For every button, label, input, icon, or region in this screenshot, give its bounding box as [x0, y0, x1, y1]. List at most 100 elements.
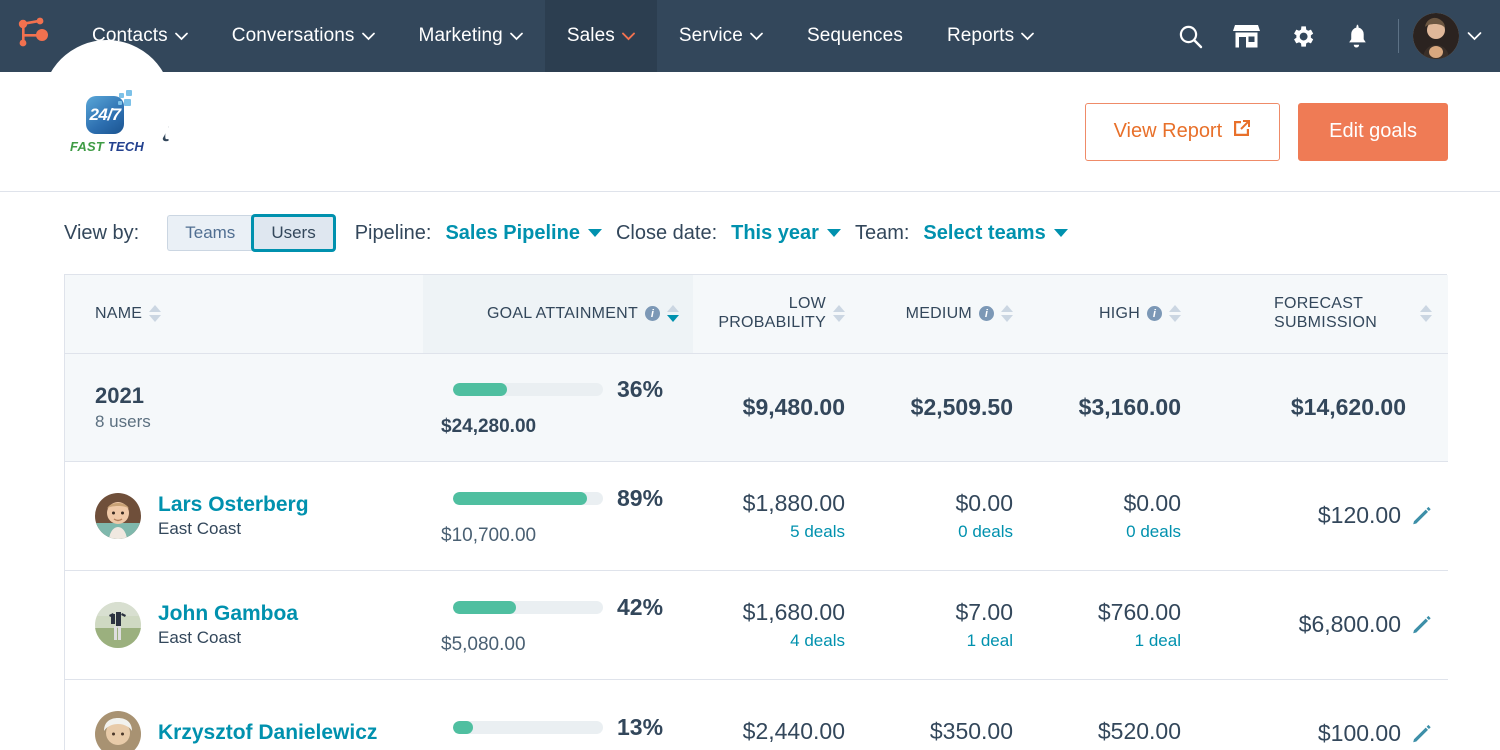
top-navigation-bar: Contacts Conversations Marketing Sales S… — [0, 0, 1500, 72]
search-icon[interactable] — [1164, 0, 1216, 72]
row-goal-percent: 42% — [617, 593, 664, 620]
avatar — [95, 492, 141, 539]
row-goal-amount: $10,700.00 — [441, 524, 537, 546]
goal-progress-bar — [453, 491, 603, 505]
toggle-teams[interactable]: Teams — [167, 215, 253, 251]
column-header-forecast-submission[interactable]: FORECAST SUBMISSION — [1197, 275, 1448, 354]
user-team: East Coast — [158, 628, 242, 648]
row-low-cell: $1,680.00 4 deals — [693, 570, 861, 680]
column-label-line1: FORECAST — [1274, 295, 1364, 313]
view-report-button[interactable]: View Report — [1084, 102, 1281, 161]
row-high-deals-link[interactable]: 1 deal — [1045, 631, 1181, 651]
column-header-name[interactable]: NAME — [65, 275, 423, 354]
marketplace-icon[interactable] — [1220, 0, 1272, 72]
goal-progress-bar — [453, 600, 603, 614]
chevron-down-icon — [510, 32, 523, 41]
row-high-cell: $760.00 1 deal — [1029, 570, 1197, 680]
summary-name-cell: 2021 8 users — [65, 353, 423, 462]
pipeline-dropdown[interactable]: Sales Pipeline — [445, 222, 602, 245]
sort-arrows-icon[interactable] — [833, 305, 845, 323]
edit-pencil-icon[interactable] — [1411, 505, 1432, 526]
nav-divider — [1398, 19, 1399, 53]
sort-arrows-icon[interactable] — [1420, 305, 1432, 323]
summary-goal-amount: $24,280.00 — [441, 416, 537, 437]
goal-progress-bar — [453, 720, 603, 734]
nav-item-contacts[interactable]: Contacts — [70, 0, 210, 72]
chevron-down-icon — [587, 229, 602, 237]
row-low-deals-link[interactable]: 4 deals — [709, 631, 845, 651]
user-name-link[interactable]: Lars Osterberg — [158, 492, 309, 517]
nav-item-label: Contacts — [92, 25, 168, 46]
column-label: HIGH — [1099, 304, 1140, 322]
settings-gear-icon[interactable] — [1276, 0, 1328, 72]
info-icon[interactable]: i — [979, 306, 994, 322]
goal-progress-fill — [453, 600, 516, 614]
row-low-deals-link[interactable]: 5 deals — [709, 522, 845, 542]
chevron-down-icon — [174, 32, 188, 41]
summary-low-cell: $9,480.00 — [693, 353, 861, 462]
toggle-users[interactable]: Users — [252, 215, 335, 251]
notifications-bell-icon[interactable] — [1332, 0, 1384, 72]
nav-item-label: Reports — [946, 25, 1015, 46]
edit-goals-button[interactable]: Edit goals — [1298, 102, 1448, 161]
row-high-cell: $0.00 0 deals — [1029, 461, 1197, 571]
summary-medium-cell: $2,509.50 — [861, 353, 1029, 462]
team-dropdown[interactable]: Select teams — [923, 221, 1068, 245]
column-label-line1: LOW — [788, 295, 826, 313]
pixel-dots-icon — [112, 90, 132, 110]
info-icon[interactable]: i — [1147, 306, 1162, 322]
column-label: GOAL ATTAINMENT — [486, 304, 638, 322]
nav-item-sequences[interactable]: Sequences — [785, 0, 925, 72]
hubspot-sprocket-logo-icon[interactable] — [14, 15, 56, 57]
column-header-low-probability[interactable]: LOW PROBABILITY — [693, 275, 861, 354]
account-chevron-down-icon[interactable] — [1467, 31, 1492, 41]
avatar[interactable] — [1413, 13, 1459, 59]
row-low-amount: $1,880.00 — [742, 489, 845, 516]
row-high-amount: $760.00 — [1097, 598, 1181, 625]
row-medium-deals-link[interactable]: 0 deals — [877, 522, 1013, 542]
row-goal-cell: 13% — [423, 679, 693, 750]
row-low-cell: $1,880.00 5 deals — [693, 461, 861, 571]
table-body: 2021 8 users 36% $24,280.00 $9,480.00 $2… — [65, 353, 1448, 750]
nav-item-reports[interactable]: Reports — [925, 0, 1056, 72]
user-name-link[interactable]: John Gamboa — [158, 601, 298, 626]
table-row-summary: 2021 8 users 36% $24,280.00 $9,480.00 $2… — [65, 353, 1448, 462]
close-date-dropdown[interactable]: This year — [731, 222, 841, 245]
row-goal-percent: 89% — [617, 484, 664, 511]
sort-arrows-icon[interactable] — [1169, 305, 1181, 323]
sort-arrows-icon[interactable] — [667, 305, 679, 323]
row-high-deals-link[interactable]: 0 deals — [1045, 522, 1181, 542]
table-header: NAME GOAL ATTAINMENT i LOW PROBABILITY M… — [65, 275, 1448, 354]
edit-pencil-icon[interactable] — [1411, 723, 1432, 744]
row-name-cell: John Gamboa East Coast — [65, 570, 423, 680]
summary-forecast-cell: $14,620.00 — [1197, 353, 1448, 462]
row-high-cell: $520.00 — [1029, 679, 1197, 750]
row-goal-percent: 13% — [617, 713, 664, 740]
row-forecast-cell: $120.00 — [1197, 461, 1448, 571]
user-name-link[interactable]: Krzysztof Danielewicz — [158, 720, 377, 745]
sort-arrows-icon[interactable] — [1001, 305, 1013, 323]
info-icon[interactable]: i — [645, 306, 660, 322]
column-header-medium[interactable]: MEDIUM i — [861, 275, 1029, 354]
nav-item-conversations[interactable]: Conversations — [210, 0, 397, 72]
external-link-icon — [1232, 119, 1251, 144]
sort-arrows-icon[interactable] — [149, 305, 162, 323]
row-medium-deals-link[interactable]: 1 deal — [877, 631, 1013, 651]
edit-goals-label: Edit goals — [1329, 120, 1417, 142]
column-header-high[interactable]: HIGH i — [1029, 275, 1197, 354]
edit-pencil-icon[interactable] — [1411, 614, 1432, 635]
page-header: Forecast View Report Edit goals 24/7 FAS… — [0, 40, 1500, 192]
column-label: MEDIUM — [905, 304, 972, 322]
row-forecast-cell: $6,800.00 — [1197, 570, 1448, 680]
nav-item-sales[interactable]: Sales — [544, 0, 657, 72]
row-medium-amount: $7.00 — [955, 598, 1013, 625]
row-medium-cell: $7.00 1 deal — [861, 570, 1029, 680]
row-medium-amount: $0.00 — [955, 489, 1013, 516]
nav-item-service[interactable]: Service — [657, 0, 785, 72]
nav-item-marketing[interactable]: Marketing — [397, 0, 545, 72]
column-header-goal-attainment[interactable]: GOAL ATTAINMENT i — [423, 275, 693, 354]
row-low-amount: $1,680.00 — [742, 598, 845, 625]
row-name-cell: Krzysztof Danielewicz — [65, 679, 423, 750]
column-label-line2: SUBMISSION — [1274, 313, 1377, 331]
team-value: Select teams — [923, 221, 1046, 244]
